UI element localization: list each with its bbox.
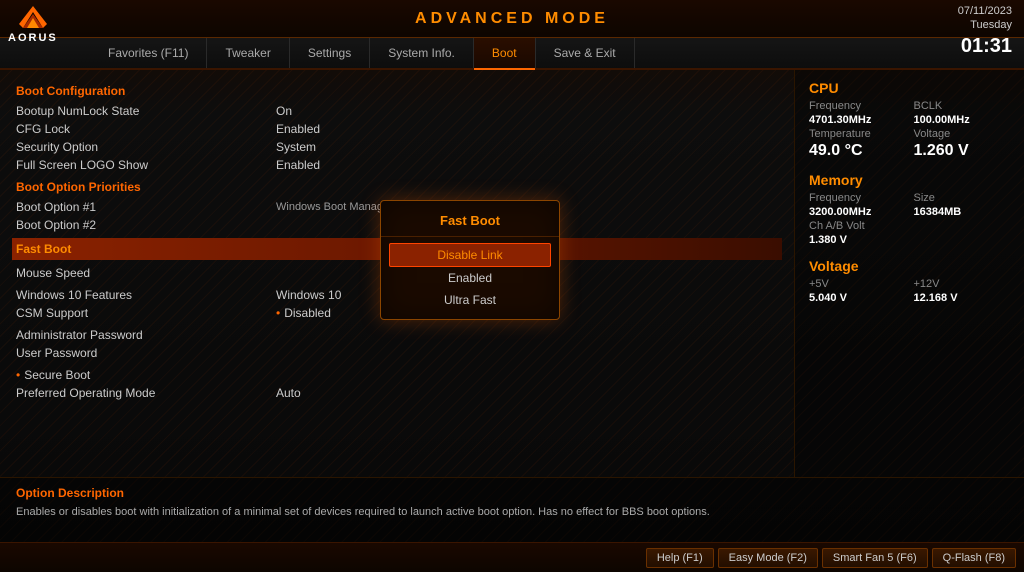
mem-size-value: 16384MB (914, 206, 1011, 218)
admin-password-row: Administrator Password (16, 326, 778, 344)
boot-option2-label: Boot Option #2 (16, 218, 276, 232)
cpu-temp-value: 49.0 °C (809, 142, 906, 160)
csm-bullet: • (276, 306, 280, 320)
cpu-bclk-value: 100.00MHz (914, 114, 1011, 126)
bottom-toolbar: Help (F1) Easy Mode (F2) Smart Fan 5 (F6… (0, 542, 1024, 572)
main-content: Boot Configuration Bootup NumLock State … (0, 70, 1024, 477)
aorus-logo-icon (17, 4, 49, 32)
memory-title: Memory (809, 172, 1010, 188)
nav-tabs: Favorites (F11) Tweaker Settings System … (0, 38, 1024, 70)
fast-boot-popup: Fast Boot Disable Link Enabled Ultra Fas… (380, 200, 560, 320)
tab-settings[interactable]: Settings (290, 38, 370, 68)
voltage-section: Voltage +5V +12V 5.040 V 12.168 V (809, 258, 1010, 304)
boot-config-header: Boot Configuration (16, 84, 778, 98)
memory-grid: Frequency Size 3200.00MHz 16384MB Ch A/B… (809, 192, 1010, 246)
tab-tweaker[interactable]: Tweaker (207, 38, 289, 68)
cfg-lock-label: CFG Lock (16, 122, 276, 136)
tab-sysinfo[interactable]: System Info. (370, 38, 474, 68)
fast-boot-label: Fast Boot (16, 242, 71, 256)
smart-fan-button[interactable]: Smart Fan 5 (F6) (822, 548, 928, 568)
cfg-lock-row: CFG Lock Enabled (16, 120, 778, 138)
preferred-os-row: Preferred Operating Mode Auto (16, 384, 778, 402)
voltage-grid: +5V +12V 5.040 V 12.168 V (809, 278, 1010, 304)
tab-favorites[interactable]: Favorites (F11) (90, 38, 207, 68)
cpu-grid: Frequency BCLK 4701.30MHz 100.00MHz Temp… (809, 100, 1010, 160)
boot-priorities-header: Boot Option Priorities (16, 180, 778, 194)
mem-freq-value: 3200.00MHz (809, 206, 906, 218)
voltage-title: Voltage (809, 258, 1010, 274)
preferred-os-value: Auto (276, 386, 301, 400)
v5-value: 5.040 V (809, 292, 906, 304)
cpu-freq-value: 4701.30MHz (809, 114, 906, 126)
header: AORUS ADVANCED MODE 07/11/2023 Tuesday 0… (0, 0, 1024, 38)
bootup-numlock-value: On (276, 104, 292, 118)
description-header: Option Description (16, 486, 1008, 500)
mouse-speed-label: Mouse Speed (16, 266, 276, 280)
tab-boot[interactable]: Boot (474, 38, 536, 68)
bootup-numlock-row: Bootup NumLock State On (16, 102, 778, 120)
secure-boot-row: • Secure Boot (16, 366, 778, 384)
mem-size-label: Size (914, 192, 1011, 204)
settings-panel: Boot Configuration Bootup NumLock State … (0, 70, 794, 477)
windows10-value: Windows 10 (276, 288, 341, 302)
cfg-lock-value: Enabled (276, 122, 320, 136)
bootup-numlock-label: Bootup NumLock State (16, 104, 276, 118)
secure-boot-bullet: • (16, 368, 20, 382)
logo-area: AORUS (8, 4, 58, 44)
memory-section: Memory Frequency Size 3200.00MHz 16384MB… (809, 172, 1010, 246)
qflash-button[interactable]: Q-Flash (F8) (932, 548, 1016, 568)
cpu-temp-label: Temperature (809, 128, 906, 140)
user-password-row: User Password (16, 344, 778, 362)
easy-mode-button[interactable]: Easy Mode (F2) (718, 548, 818, 568)
datetime-display: 07/11/2023 Tuesday 01:31 (958, 4, 1012, 59)
cpu-section: CPU Frequency BCLK 4701.30MHz 100.00MHz … (809, 80, 1010, 160)
v5-label: +5V (809, 278, 906, 290)
help-button[interactable]: Help (F1) (646, 548, 714, 568)
aorus-logo-text: AORUS (8, 32, 58, 44)
csm-label: CSM Support (16, 306, 276, 320)
description-text: Enables or disables boot with initializa… (16, 504, 1008, 521)
boot-option1-label: Boot Option #1 (16, 200, 276, 214)
v12-value: 12.168 V (914, 292, 1011, 304)
popup-option-ultra-fast[interactable]: Ultra Fast (381, 289, 559, 311)
csm-value: Disabled (284, 306, 331, 320)
full-screen-logo-label: Full Screen LOGO Show (16, 158, 276, 172)
description-panel: Option Description Enables or disables b… (0, 477, 1024, 542)
cpu-volt-value: 1.260 V (914, 142, 1011, 160)
user-password-label: User Password (16, 346, 276, 360)
cpu-volt-label: Voltage (914, 128, 1011, 140)
mem-chvolt-label: Ch A/B Volt (809, 220, 906, 232)
popup-box: Fast Boot Disable Link Enabled Ultra Fas… (380, 200, 560, 320)
cpu-title: CPU (809, 80, 1010, 96)
time-display: 01:31 (958, 33, 1012, 59)
date-display: 07/11/2023 Tuesday (958, 4, 1012, 33)
secure-boot-label: Secure Boot (24, 368, 284, 382)
full-screen-logo-value: Enabled (276, 158, 320, 172)
popup-title: Fast Boot (381, 209, 559, 237)
cpu-bclk-label: BCLK (914, 100, 1011, 112)
security-option-label: Security Option (16, 140, 276, 154)
cpu-freq-label: Frequency (809, 100, 906, 112)
security-option-value: System (276, 140, 316, 154)
info-panel: CPU Frequency BCLK 4701.30MHz 100.00MHz … (794, 70, 1024, 477)
popup-option-enabled[interactable]: Enabled (381, 267, 559, 289)
mem-freq-label: Frequency (809, 192, 906, 204)
page-title: ADVANCED MODE (415, 10, 609, 28)
full-screen-logo-row: Full Screen LOGO Show Enabled (16, 156, 778, 174)
mem-chvolt-value: 1.380 V (809, 234, 906, 246)
v12-label: +12V (914, 278, 1011, 290)
popup-option-disable-link[interactable]: Disable Link (389, 243, 551, 267)
tab-save-exit[interactable]: Save & Exit (536, 38, 635, 68)
mem-chvolt-spacer (914, 220, 1011, 232)
admin-password-label: Administrator Password (16, 328, 276, 342)
preferred-os-label: Preferred Operating Mode (16, 386, 276, 400)
security-option-row: Security Option System (16, 138, 778, 156)
windows10-label: Windows 10 Features (16, 288, 276, 302)
